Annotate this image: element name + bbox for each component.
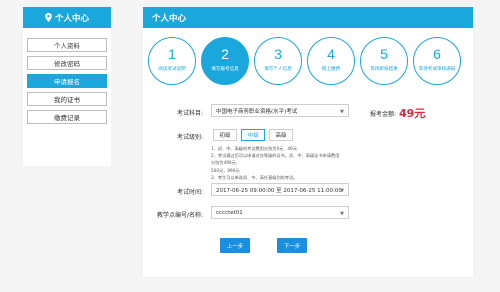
step-label: 填写报考信息	[211, 67, 239, 72]
step-label: 网上缴费	[321, 67, 341, 72]
step-number: 4	[327, 46, 335, 62]
prev-button[interactable]: 上一步	[220, 238, 250, 253]
main-header: 个人中心	[143, 7, 473, 28]
time-select[interactable]: 2017-06-25 09:00:00 至 2017-06-25 11:00:0…	[211, 183, 349, 196]
step-label: 等待审核结果	[370, 67, 398, 72]
sidebar-item-apply[interactable]: 申请报名	[27, 74, 107, 88]
sidebar-menu: 个人资料 修改密码 申请报名 我的证书 缴费记录	[23, 28, 111, 166]
location-pin-icon	[45, 13, 52, 22]
page-title: 个人中心	[152, 13, 187, 24]
page: 个人中心 个人资料 修改密码 申请报名 我的证书 缴费记录 个人中心 1 阅读考…	[0, 0, 500, 292]
chevron-down-icon: ▼	[340, 188, 344, 194]
center-label: 教学点编号/名称:	[156, 212, 203, 219]
step-number: 1	[168, 46, 176, 62]
note-line: 2、考试通过后可以申请对应等级的证书，初、中、高级证书申请费用分别为490元、	[211, 153, 340, 166]
step-2: 2 填写报考信息	[201, 37, 249, 85]
chevron-down-icon: ▼	[340, 109, 344, 115]
sidebar-item-profile[interactable]: 个人资料	[27, 38, 107, 52]
subject-value: 中国电子商务职业资格(水平)考试	[216, 108, 298, 115]
sidebar-item-certificates[interactable]: 我的证书	[27, 92, 107, 106]
note-line: 3、考生可以单选初、中、高任意级别的考试。	[211, 174, 298, 180]
step-5: 5 等待审核结果	[360, 37, 408, 85]
subject-label: 考试科目:	[176, 110, 203, 117]
step-indicator: 1 阅读考试说明 2 填写报考信息 3 填写个人信息 4 网上缴费 5 等待审核…	[143, 37, 473, 89]
center-value: cccctet01	[216, 209, 243, 216]
time-value: 2017-06-25 09:00:00 至 2017-06-25 11:00:0…	[216, 187, 342, 194]
step-number: 3	[274, 46, 282, 62]
step-label: 阅读考试说明	[158, 67, 186, 72]
note-line: 1、初、中、高级的考试费用分别为0元、49元	[211, 146, 298, 151]
step-label: 填写个人信息	[264, 67, 292, 72]
step-number: 6	[433, 46, 441, 62]
sidebar: 个人中心 个人资料 修改密码 申请报名 我的证书 缴费记录	[23, 7, 111, 166]
step-number: 2	[221, 46, 229, 62]
step-6: 6 等待考试审核通知	[413, 37, 461, 85]
sidebar-item-change-password[interactable]: 修改密码	[27, 56, 107, 70]
step-4: 4 网上缴费	[307, 37, 355, 85]
fee-amount: 49元	[399, 107, 426, 120]
subject-select[interactable]: 中国电子商务职业资格(水平)考试 ▼	[211, 104, 349, 117]
step-label: 等待考试审核通知	[418, 67, 456, 72]
note-line: 500元，990元	[211, 167, 240, 173]
level-option-senior[interactable]: 高级	[269, 129, 293, 141]
center-select[interactable]: cccctet01 ▼	[211, 206, 349, 219]
level-label: 考试级别:	[176, 134, 203, 141]
main-panel: 个人中心 1 阅读考试说明 2 填写报考信息 3 填写个人信息 4 网上缴费 5…	[143, 7, 473, 277]
step-number: 5	[380, 46, 388, 62]
level-option-junior[interactable]: 初级	[213, 129, 237, 141]
time-label: 考试时间:	[176, 189, 203, 196]
level-notes: 1、初、中、高级的考试费用分别为0元、49元 2、考试通过后可以申请对应等级的证…	[211, 145, 341, 181]
fee-label: 报考金额:	[370, 111, 397, 118]
sidebar-header: 个人中心	[23, 7, 111, 28]
chevron-down-icon: ▼	[340, 211, 344, 217]
next-button[interactable]: 下一步	[277, 238, 307, 253]
step-3: 3 填写个人信息	[254, 37, 302, 85]
step-1: 1 阅读考试说明	[148, 37, 196, 85]
sidebar-title: 个人中心	[54, 13, 89, 24]
sidebar-item-payment-records[interactable]: 缴费记录	[27, 110, 107, 124]
level-option-intermediate[interactable]: 中级	[241, 129, 265, 141]
